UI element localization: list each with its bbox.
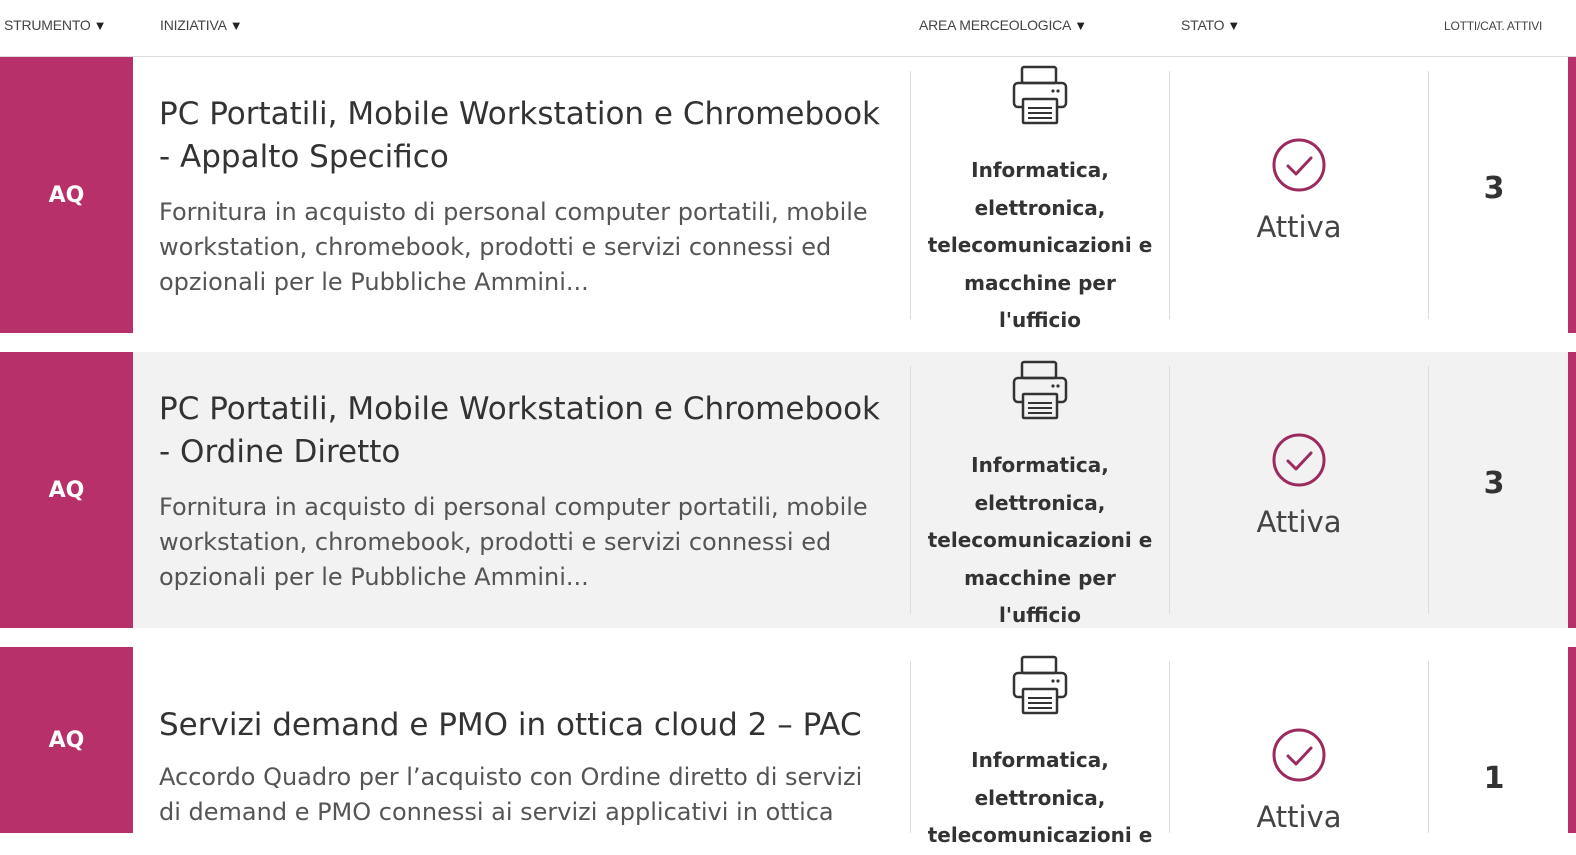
table-row[interactable]: AQ PC Portatili, Mobile Workstation e Ch… bbox=[0, 57, 1576, 333]
area-line: telecomunicazioni e bbox=[927, 528, 1153, 552]
printer-icon bbox=[1012, 360, 1068, 420]
check-circle-icon bbox=[1272, 433, 1326, 487]
stato-label: Attiva bbox=[1256, 800, 1342, 834]
lotti-count: 3 bbox=[1483, 466, 1505, 501]
title-line: PC Portatili, Mobile Workstation e Chrom… bbox=[159, 391, 881, 427]
area-line: l'ufficio bbox=[999, 308, 1081, 332]
sort-iniziativa-header[interactable]: INIZIATIVA ▼ bbox=[160, 17, 243, 33]
lotti-header-label: LOTTI/CAT. ATTIVI bbox=[1444, 19, 1543, 33]
strumento-badge: AQ bbox=[0, 647, 133, 833]
table-row[interactable]: AQ PC Portatili, Mobile Workstation e Ch… bbox=[0, 352, 1576, 628]
desc-line: Fornitura in acquisto di personal comput… bbox=[159, 198, 868, 226]
area-line: elettronica, bbox=[974, 785, 1106, 810]
area-line: macchine per bbox=[964, 565, 1116, 590]
sort-arrow-icon: ▼ bbox=[93, 18, 107, 33]
initiative-title[interactable]: Servizi demand e PMO in ottica cloud 2 –… bbox=[159, 704, 889, 747]
stato-cell: Attiva bbox=[1170, 647, 1428, 834]
stato-label: Attiva bbox=[1256, 505, 1342, 539]
title-line: PC Portatili, Mobile Workstation e Chrom… bbox=[159, 96, 881, 132]
row-accent-bar bbox=[1568, 57, 1576, 333]
strumento-header-label: STRUMENTO bbox=[4, 17, 91, 33]
desc-line: opzionali per le Pubbliche Ammini... bbox=[159, 268, 589, 296]
column-divider bbox=[1428, 661, 1429, 833]
area-line: Informatica, bbox=[971, 158, 1109, 182]
initiative-description: Accordo Quadro per l’acquisto con Ordine… bbox=[159, 760, 889, 830]
desc-line: Fornitura in acquisto di personal comput… bbox=[159, 493, 868, 521]
area-line: Informatica, bbox=[971, 748, 1109, 772]
iniziativa-header-label: INIZIATIVA bbox=[160, 17, 227, 33]
check-circle-icon bbox=[1272, 728, 1326, 782]
desc-line: Accordo Quadro per l’acquisto con Ordine… bbox=[159, 763, 863, 791]
column-divider bbox=[1428, 71, 1429, 319]
check-circle-icon bbox=[1272, 138, 1326, 192]
area-merceologica-cell: Informatica, elettronica, telecomunicazi… bbox=[911, 352, 1169, 628]
desc-line: workstation, chromebook, prodotti e serv… bbox=[159, 233, 832, 261]
column-divider bbox=[1428, 366, 1429, 614]
area-label: Informatica, elettronica, telecomunicazi… bbox=[911, 742, 1169, 855]
row-accent-bar bbox=[1568, 647, 1576, 833]
lotti-count: 3 bbox=[1483, 171, 1505, 206]
lotti-header: LOTTI/CAT. ATTIVI bbox=[1444, 19, 1542, 33]
lotti-count: 1 bbox=[1483, 761, 1505, 796]
sort-arrow-icon: ▼ bbox=[1227, 18, 1241, 33]
initiative-description: Fornitura in acquisto di personal comput… bbox=[159, 490, 889, 595]
area-merceologica-cell: Informatica, elettronica, telecomunicazi… bbox=[911, 647, 1169, 847]
strumento-badge: AQ bbox=[0, 57, 133, 333]
stato-cell: Attiva bbox=[1170, 352, 1428, 628]
area-line: elettronica, bbox=[974, 490, 1106, 515]
sort-arrow-icon: ▼ bbox=[1074, 18, 1087, 33]
title-line: - Appalto Specifico bbox=[159, 139, 449, 175]
area-line: Informatica, bbox=[971, 453, 1109, 477]
stato-label: Attiva bbox=[1256, 210, 1342, 244]
strumento-badge: AQ bbox=[0, 352, 133, 628]
area-line: l'ufficio bbox=[999, 603, 1081, 627]
sort-stato-header[interactable]: STATO ▼ bbox=[1181, 17, 1240, 33]
area-line: telecomunicazioni e bbox=[927, 823, 1153, 847]
sort-arrow-icon: ▼ bbox=[229, 18, 243, 33]
area-label: Informatica, elettronica, telecomunicazi… bbox=[911, 447, 1169, 635]
stato-header-label: STATO bbox=[1181, 17, 1225, 33]
sort-area-header[interactable]: AREA MERCEOLOGICA ▼ bbox=[919, 17, 1087, 33]
table-row[interactable]: AQ Servizi demand e PMO in ottica cloud … bbox=[0, 647, 1576, 847]
area-label: Informatica, elettronica, telecomunicazi… bbox=[911, 152, 1169, 340]
area-line: telecomunicazioni e bbox=[927, 233, 1153, 257]
desc-line: di demand e PMO connessi ai servizi appl… bbox=[159, 798, 834, 826]
printer-icon bbox=[1012, 655, 1068, 715]
printer-icon bbox=[1012, 65, 1068, 125]
title-line: Servizi demand e PMO in ottica cloud 2 –… bbox=[159, 707, 862, 743]
area-line: elettronica, bbox=[974, 195, 1106, 220]
initiative-description: Fornitura in acquisto di personal comput… bbox=[159, 195, 889, 300]
title-line: - Ordine Diretto bbox=[159, 434, 401, 470]
desc-line: workstation, chromebook, prodotti e serv… bbox=[159, 528, 832, 556]
area-merceologica-cell: Informatica, elettronica, telecomunicazi… bbox=[911, 57, 1169, 333]
desc-line: opzionali per le Pubbliche Ammini... bbox=[159, 563, 589, 591]
initiative-title[interactable]: PC Portatili, Mobile Workstation e Chrom… bbox=[159, 388, 889, 474]
area-header-label: AREA MERCEOLOGICA bbox=[919, 17, 1072, 33]
initiative-title[interactable]: PC Portatili, Mobile Workstation e Chrom… bbox=[159, 93, 889, 179]
stato-cell: Attiva bbox=[1170, 57, 1428, 333]
table-header: STRUMENTO ▼ INIZIATIVA ▼ AREA MERCEOLOGICA… bbox=[0, 0, 1576, 57]
area-line: macchine per bbox=[964, 270, 1116, 295]
sort-strumento-header[interactable]: STRUMENTO ▼ bbox=[4, 17, 106, 33]
row-accent-bar bbox=[1568, 352, 1576, 628]
